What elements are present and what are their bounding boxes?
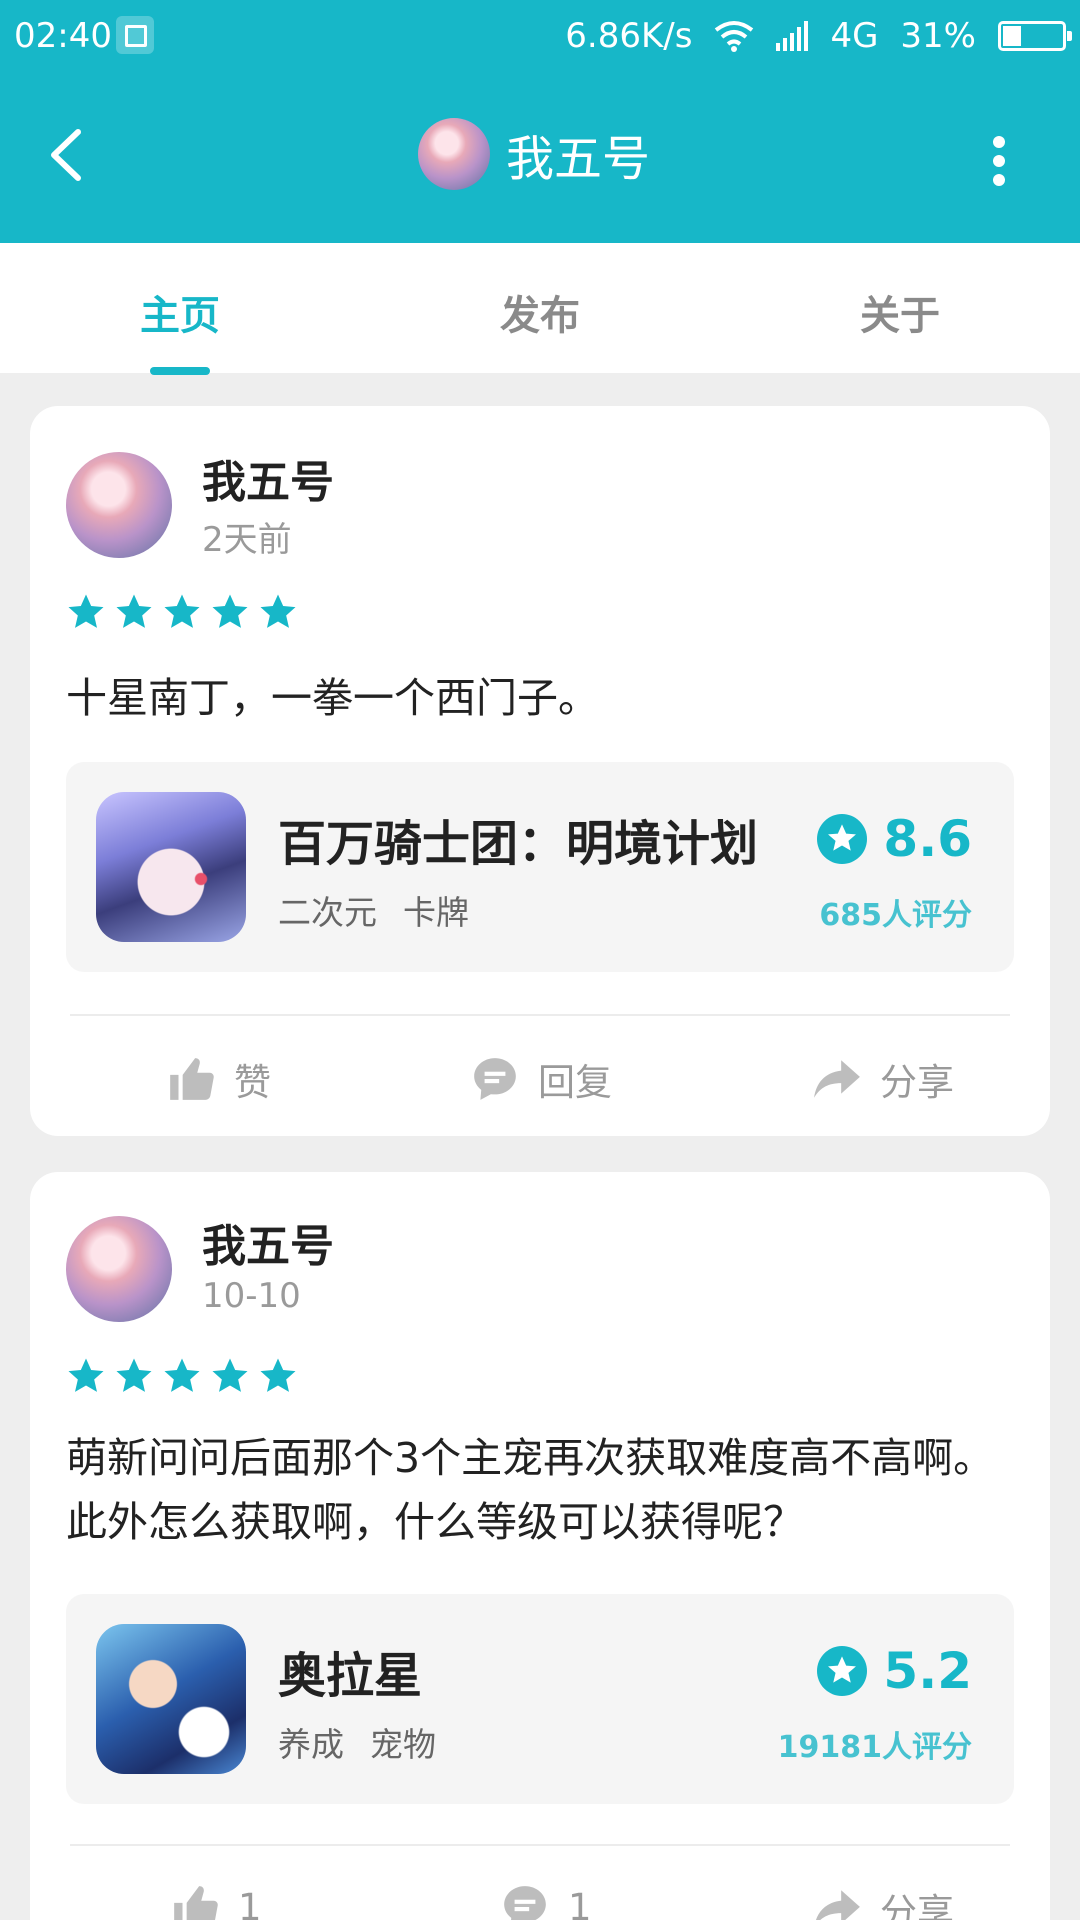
app-bar: 02:40 6.86K/s 4G 31% 我五号 <box>0 0 1080 243</box>
status-time: 02:40 <box>14 16 112 56</box>
net-speed: 6.86K/s <box>565 16 693 56</box>
avatar <box>418 118 490 190</box>
divider <box>70 1014 1010 1016</box>
rating-count: 19181人评分 <box>777 1730 972 1765</box>
star-icon <box>260 1358 296 1392</box>
star-icon <box>212 1358 248 1392</box>
game-name: 奥拉星 <box>278 1648 423 1704</box>
post-time: 2天前 <box>202 520 292 560</box>
avatar[interactable] <box>66 1216 172 1322</box>
share-arrow-icon <box>814 1060 860 1098</box>
battery-percent: 31% <box>900 16 976 56</box>
screenshot-icon <box>116 16 154 54</box>
post-content[interactable]: 十星南丁，一拳一个西门子。 <box>66 666 1016 730</box>
tab-bar: 主页 发布 关于 <box>0 243 1080 373</box>
signal-icon <box>776 21 809 51</box>
game-name: 百万骑士团：明境计划 <box>278 816 759 872</box>
game-tags: 养成 宠物 <box>278 1718 436 1766</box>
more-options-button[interactable] <box>984 126 1014 196</box>
tab-home[interactable]: 主页 <box>80 283 280 341</box>
post-card: 我五号 10-10 萌新问问后面那个3个主宠再次获取难度高不高啊。此外怎么获取啊… <box>30 1172 1050 1920</box>
share-button[interactable]: 分享 <box>812 1052 954 1106</box>
game-score-value: 5.2 <box>883 1642 972 1700</box>
post-content[interactable]: 萌新问问后面那个3个主宠再次获取难度高不高啊。此外怎么获取啊，什么等级可以获得呢… <box>66 1426 1016 1554</box>
game-tag: 卡牌 <box>403 893 469 932</box>
divider <box>70 1844 1010 1846</box>
thumbs-up-icon <box>170 1058 214 1100</box>
back-arrow-icon <box>51 129 81 181</box>
game-score-value: 8.6 <box>883 810 972 868</box>
star-icon <box>212 594 248 628</box>
tab-indicator <box>150 367 210 375</box>
reply-count: 1 <box>568 1885 592 1920</box>
game-score: 8.6 <box>817 810 972 868</box>
star-icon <box>116 1358 152 1392</box>
rating-stars <box>66 592 298 632</box>
reply-button[interactable]: 回复 <box>470 1052 612 1106</box>
more-vertical-icon <box>993 126 1005 196</box>
share-label: 分享 <box>880 1061 954 1104</box>
game-tag: 养成 <box>278 1725 344 1764</box>
post-time: 10-10 <box>202 1276 301 1316</box>
comment-icon <box>504 1886 546 1920</box>
star-icon <box>164 594 200 628</box>
network-type: 4G <box>830 16 879 56</box>
star-icon <box>68 594 104 628</box>
star-icon <box>260 594 296 628</box>
share-label: 分享 <box>880 1891 954 1920</box>
back-button[interactable] <box>40 120 92 190</box>
like-button[interactable]: 赞 <box>166 1052 271 1106</box>
like-count: 1 <box>238 1885 262 1920</box>
author-name[interactable]: 我五号 <box>202 446 334 510</box>
star-badge-icon <box>817 1646 868 1696</box>
status-bar: 02:40 6.86K/s 4G 31% <box>0 0 1080 75</box>
reply-button[interactable]: 1 <box>500 1882 592 1920</box>
star-badge-icon <box>817 814 868 864</box>
header-title-group: 我五号 <box>418 118 650 190</box>
game-score: 5.2 <box>817 1642 972 1700</box>
game-tag: 二次元 <box>278 893 377 932</box>
battery-icon <box>998 21 1072 51</box>
game-tag: 宠物 <box>370 1725 436 1764</box>
game-icon <box>96 1624 246 1774</box>
star-icon <box>68 1358 104 1392</box>
comment-icon <box>474 1058 516 1100</box>
thumbs-up-icon <box>174 1886 218 1920</box>
reply-label: 回复 <box>538 1061 612 1104</box>
share-button[interactable]: 分享 <box>812 1882 954 1920</box>
tab-about[interactable]: 关于 <box>800 283 1000 341</box>
share-arrow-icon <box>816 1890 860 1920</box>
star-icon <box>164 1358 200 1392</box>
post-card: 我五号 2天前 十星南丁，一拳一个西门子。 百万骑士团：明境计划 二次元 卡牌 … <box>30 406 1050 1136</box>
wifi-icon <box>715 21 754 52</box>
avatar[interactable] <box>66 452 172 558</box>
rating-count: 685人评分 <box>819 898 972 933</box>
like-label: 赞 <box>234 1061 271 1104</box>
game-card[interactable]: 奥拉星 养成 宠物 5.2 19181人评分 <box>66 1594 1014 1804</box>
author-name[interactable]: 我五号 <box>202 1210 334 1274</box>
rating-stars <box>66 1356 298 1396</box>
game-card[interactable]: 百万骑士团：明境计划 二次元 卡牌 8.6 685人评分 <box>66 762 1014 972</box>
game-icon <box>96 792 246 942</box>
like-button[interactable]: 1 <box>170 1882 262 1920</box>
tab-posts[interactable]: 发布 <box>440 283 640 341</box>
star-icon <box>116 594 152 628</box>
page-title: 我五号 <box>506 131 651 187</box>
game-tags: 二次元 卡牌 <box>278 886 469 934</box>
